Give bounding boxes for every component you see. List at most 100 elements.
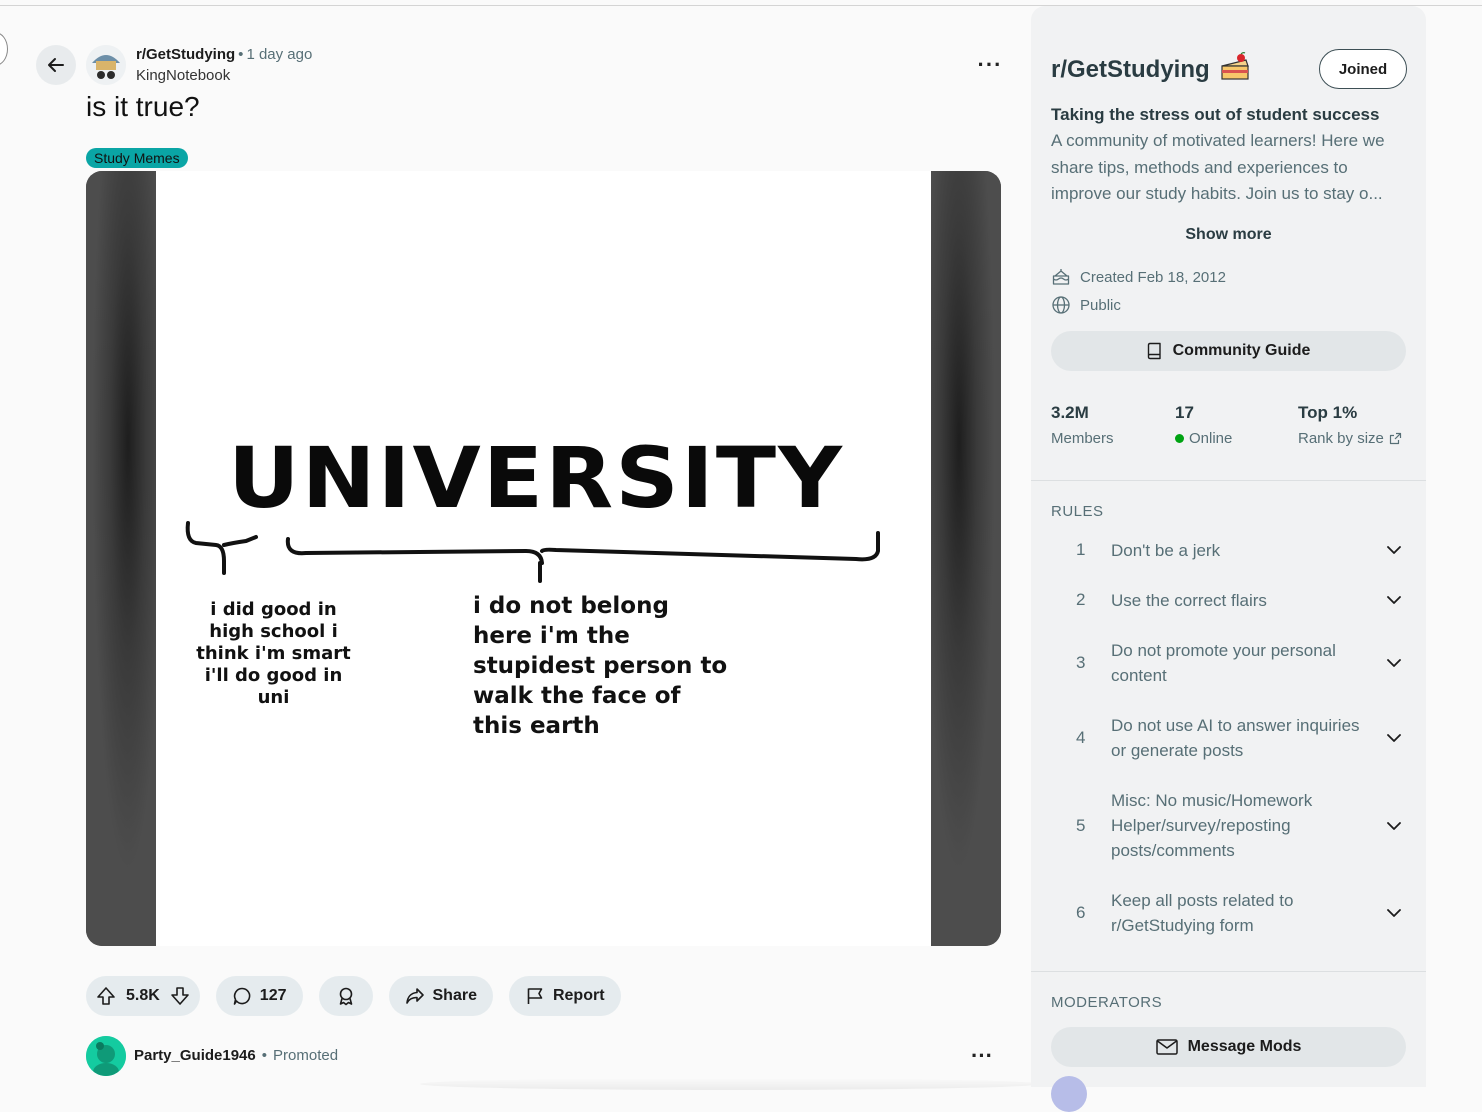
moderators-heading: MODERATORS <box>1051 994 1163 1011</box>
created-date: Created Feb 18, 2012 <box>1051 267 1226 287</box>
post-action-bar: 5.8K 127 Share Report <box>86 976 621 1016</box>
rule-number: 5 <box>1076 815 1086 835</box>
show-more-button[interactable]: Show more <box>1031 226 1426 244</box>
report-label: Report <box>552 987 605 1004</box>
share-button[interactable]: Share <box>388 976 493 1016</box>
chevron-down-icon <box>1366 821 1406 831</box>
rule-text: Keep all posts related to r/GetStudying … <box>1111 891 1294 935</box>
online-dot-icon <box>1175 434 1184 443</box>
rule-text: Don't be a jerk <box>1111 540 1221 560</box>
meme-right-caption: i do not belong here i'm the stupidest p… <box>473 593 728 739</box>
globe-icon <box>1052 296 1070 314</box>
subreddit-avatar[interactable] <box>86 45 126 85</box>
promoted-meta: Party_Guide1946 • Promoted <box>134 1047 338 1064</box>
chevron-down-icon <box>1366 908 1406 918</box>
rank-stat[interactable]: Top 1% Rank by size <box>1298 403 1402 447</box>
promoted-more-button[interactable]: ··· <box>964 1041 1000 1071</box>
message-mods-label: Message Mods <box>1187 1038 1302 1055</box>
edge-control[interactable] <box>0 32 8 66</box>
chevron-down-icon <box>1366 658 1406 668</box>
external-link-icon <box>1389 432 1401 445</box>
promoted-author[interactable]: Party_Guide1946 <box>134 1047 256 1064</box>
image-blur-right <box>931 171 1001 946</box>
members-value: 3.2M <box>1051 403 1089 422</box>
moderator-avatar[interactable] <box>1051 1076 1087 1112</box>
community-tagline: Taking the stress out of student success <box>1051 105 1380 124</box>
online-stat: 17 Online <box>1175 403 1232 447</box>
back-button[interactable] <box>36 45 76 85</box>
subreddit-link[interactable]: r/GetStudying <box>136 46 235 63</box>
comment-icon <box>233 987 251 1005</box>
post-time: 1 day ago <box>246 46 313 63</box>
online-value: 17 <box>1175 403 1194 422</box>
meme-braces <box>185 521 880 583</box>
comments-button[interactable]: 127 <box>215 976 303 1016</box>
chevron-down-icon <box>1366 545 1406 555</box>
rule-item[interactable]: 2 Use the correct flairs <box>1051 587 1406 613</box>
message-mods-button[interactable]: Message Mods <box>1051 1027 1406 1067</box>
chevron-down-icon <box>1366 733 1406 743</box>
back-arrow-icon <box>48 58 64 72</box>
rule-text: Misc: No music/Homework Helper/survey/re… <box>1111 791 1313 860</box>
post-meta: r/GetStudying • 1 day ago <box>136 46 312 63</box>
rule-item[interactable]: 5 Misc: No music/Homework Helper/survey/… <box>1051 788 1406 863</box>
upvote-icon[interactable] <box>96 986 116 1006</box>
post-image[interactable]: UNIVERSITY i did good in high school i t… <box>86 171 1001 946</box>
award-icon <box>339 987 352 1006</box>
visibility: Public <box>1051 295 1121 315</box>
post-more-button[interactable]: ··· <box>972 50 1008 80</box>
meta-separator: • <box>238 46 244 63</box>
flag-icon <box>527 988 543 1004</box>
post-author[interactable]: KingNotebook <box>136 67 230 84</box>
community-title[interactable]: r/GetStudying <box>1051 56 1210 84</box>
more-icon: ··· <box>971 1043 993 1068</box>
rank-label: Rank by size <box>1298 430 1384 447</box>
post-title: is it true? <box>86 91 200 122</box>
rule-text: Use the correct flairs <box>1111 590 1267 610</box>
rule-item[interactable]: 1 Don't be a jerk <box>1051 537 1406 563</box>
sidebar-divider <box>1031 480 1426 481</box>
rule-item[interactable]: 3 Do not promote your personal content <box>1051 638 1406 688</box>
chevron-down-icon <box>1366 595 1406 605</box>
downvote-icon[interactable] <box>170 986 190 1006</box>
book-icon <box>1147 342 1161 360</box>
community-description: A community of motivated learners! Here … <box>1051 131 1385 203</box>
rule-text: Do not use AI to answer inquiries or gen… <box>1111 716 1360 760</box>
rule-number: 6 <box>1076 903 1086 922</box>
rule-number: 4 <box>1076 728 1086 747</box>
rules-heading: RULES <box>1051 503 1104 520</box>
online-label: Online <box>1189 430 1233 447</box>
cake-outline-icon <box>1052 269 1070 285</box>
vote-control: 5.8K <box>86 976 200 1016</box>
upvote-count: 5.8K <box>126 987 160 1004</box>
mail-icon <box>1155 1039 1178 1055</box>
community-sidebar: r/GetStudying Joined Taking the stress o… <box>1031 6 1426 1112</box>
members-label: Members <box>1051 430 1114 447</box>
image-blur-left <box>86 171 156 946</box>
created-text: Created Feb 18, 2012 <box>1080 268 1226 286</box>
rule-number: 2 <box>1076 590 1086 609</box>
meme-image: UNIVERSITY i did good in high school i t… <box>156 171 931 946</box>
rank-value: Top 1% <box>1298 403 1358 422</box>
rule-item[interactable]: 4 Do not use AI to answer inquiries or g… <box>1051 713 1406 763</box>
meme-left-caption: i did good in high school i think i'm sm… <box>196 599 351 708</box>
report-button[interactable]: Report <box>508 976 621 1016</box>
more-icon: ··· <box>977 52 1003 77</box>
share-label: Share <box>432 987 477 1004</box>
visibility-text: Public <box>1080 296 1121 314</box>
promoted-label: Promoted <box>273 1047 339 1064</box>
rule-text: Do not promote your personal content <box>1111 641 1336 685</box>
bottom-shadow <box>420 1078 1040 1090</box>
community-guide-label: Community Guide <box>1172 342 1311 359</box>
award-button[interactable] <box>318 976 373 1016</box>
post-flair[interactable]: Study Memes <box>86 148 188 168</box>
rule-number: 1 <box>1076 540 1086 559</box>
share-icon <box>405 988 424 1004</box>
promoted-avatar[interactable] <box>86 1036 126 1076</box>
rule-item[interactable]: 6 Keep all posts related to r/GetStudyin… <box>1051 888 1406 938</box>
community-guide-button[interactable]: Community Guide <box>1051 331 1406 371</box>
members-stat: 3.2M Members <box>1051 403 1114 447</box>
cake-icon <box>1221 52 1249 80</box>
promoted-separator: • <box>261 1047 268 1064</box>
joined-button[interactable]: Joined <box>1319 49 1407 89</box>
